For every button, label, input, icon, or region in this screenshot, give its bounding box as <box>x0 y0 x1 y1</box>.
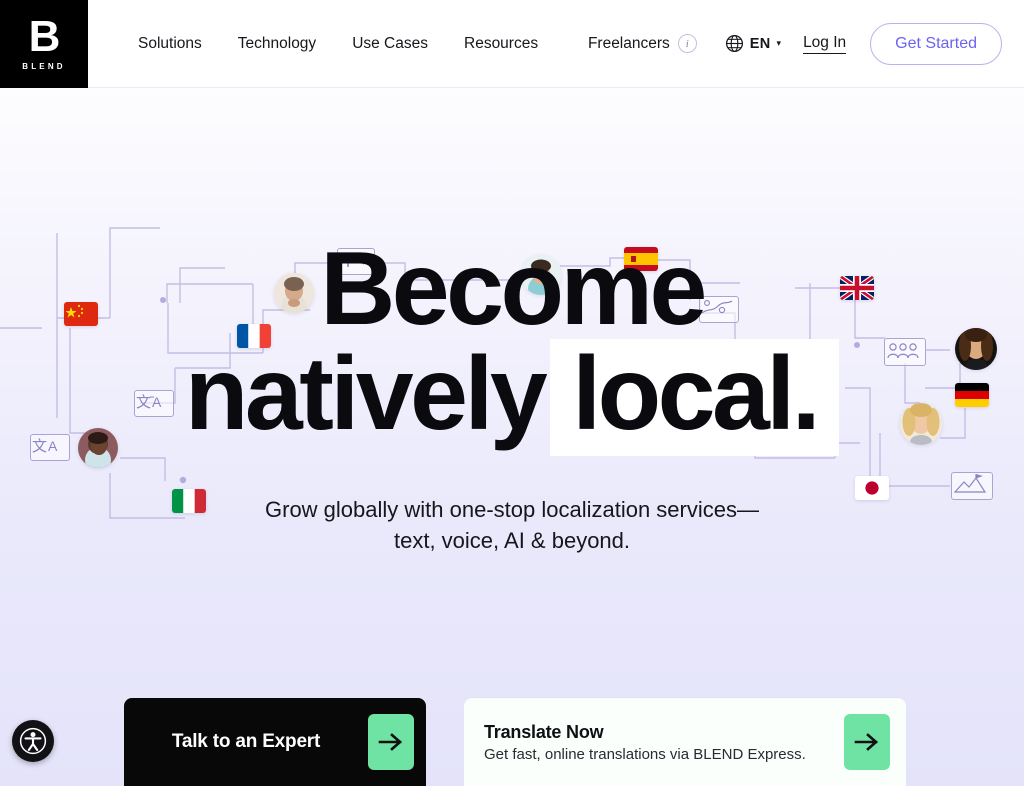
site-header: B BLEND Solutions Technology Use Cases R… <box>0 0 1024 88</box>
logo-wordmark: BLEND <box>22 61 66 71</box>
talk-to-expert-label: Talk to an Expert <box>171 731 321 752</box>
language-code: EN <box>749 35 771 52</box>
globe-icon <box>725 34 744 53</box>
page-title: Become natively local. <box>0 235 1024 457</box>
freelancers-label: Freelancers <box>587 34 670 52</box>
headline-plain: natively <box>184 336 548 453</box>
cta-row: Talk to an Expert Translate Now Get fast… <box>124 698 906 786</box>
nav-item-solutions[interactable]: Solutions <box>138 35 202 53</box>
subtitle-line-1: Grow globally with one-stop localization… <box>265 497 759 523</box>
translate-now-title: Translate Now <box>484 721 604 742</box>
subtitle-line-2: text, voice, AI & beyond. <box>393 528 631 554</box>
accessibility-button[interactable] <box>12 720 54 762</box>
primary-nav: Solutions Technology Use Cases Resources <box>88 0 588 87</box>
headline-line-1: Become <box>320 231 707 347</box>
get-started-button[interactable]: Get Started <box>870 22 1002 65</box>
hero-subtitle: Grow globally with one-stop localization… <box>0 494 1024 556</box>
language-selector[interactable]: EN ▾ <box>725 34 781 53</box>
freelancers-link[interactable]: Freelancers i <box>588 34 697 53</box>
arrow-right-icon[interactable] <box>844 714 890 770</box>
accessibility-icon <box>19 727 47 755</box>
info-icon[interactable]: i <box>677 34 697 53</box>
translate-now-texts: Translate Now Get fast, online translati… <box>484 722 806 763</box>
hero-copy: Become natively local. Grow globally with… <box>0 235 1024 557</box>
translate-now-subtitle: Get fast, online translations via BLEND … <box>484 745 806 763</box>
hero-section: 文 A 文 A Become natively local. Grow glob… <box>0 88 1024 786</box>
headline-highlight: local. <box>550 339 840 457</box>
blend-logo[interactable]: B BLEND <box>0 0 88 88</box>
login-link[interactable]: Log In <box>803 34 847 54</box>
nav-item-resources[interactable]: Resources <box>464 35 538 53</box>
translate-now-card[interactable]: Translate Now Get fast, online translati… <box>464 698 906 786</box>
chevron-down-icon: ▾ <box>776 38 782 48</box>
arrow-right-icon[interactable] <box>368 714 414 770</box>
logo-letter: B <box>28 12 61 62</box>
nav-item-use-cases[interactable]: Use Cases <box>352 35 428 53</box>
header-actions: Freelancers i EN ▾ Log In Get Started <box>588 0 1024 87</box>
nav-item-technology[interactable]: Technology <box>238 35 316 53</box>
talk-to-expert-button[interactable]: Talk to an Expert <box>124 698 426 786</box>
headline-line-2: natively local. <box>0 336 1024 457</box>
